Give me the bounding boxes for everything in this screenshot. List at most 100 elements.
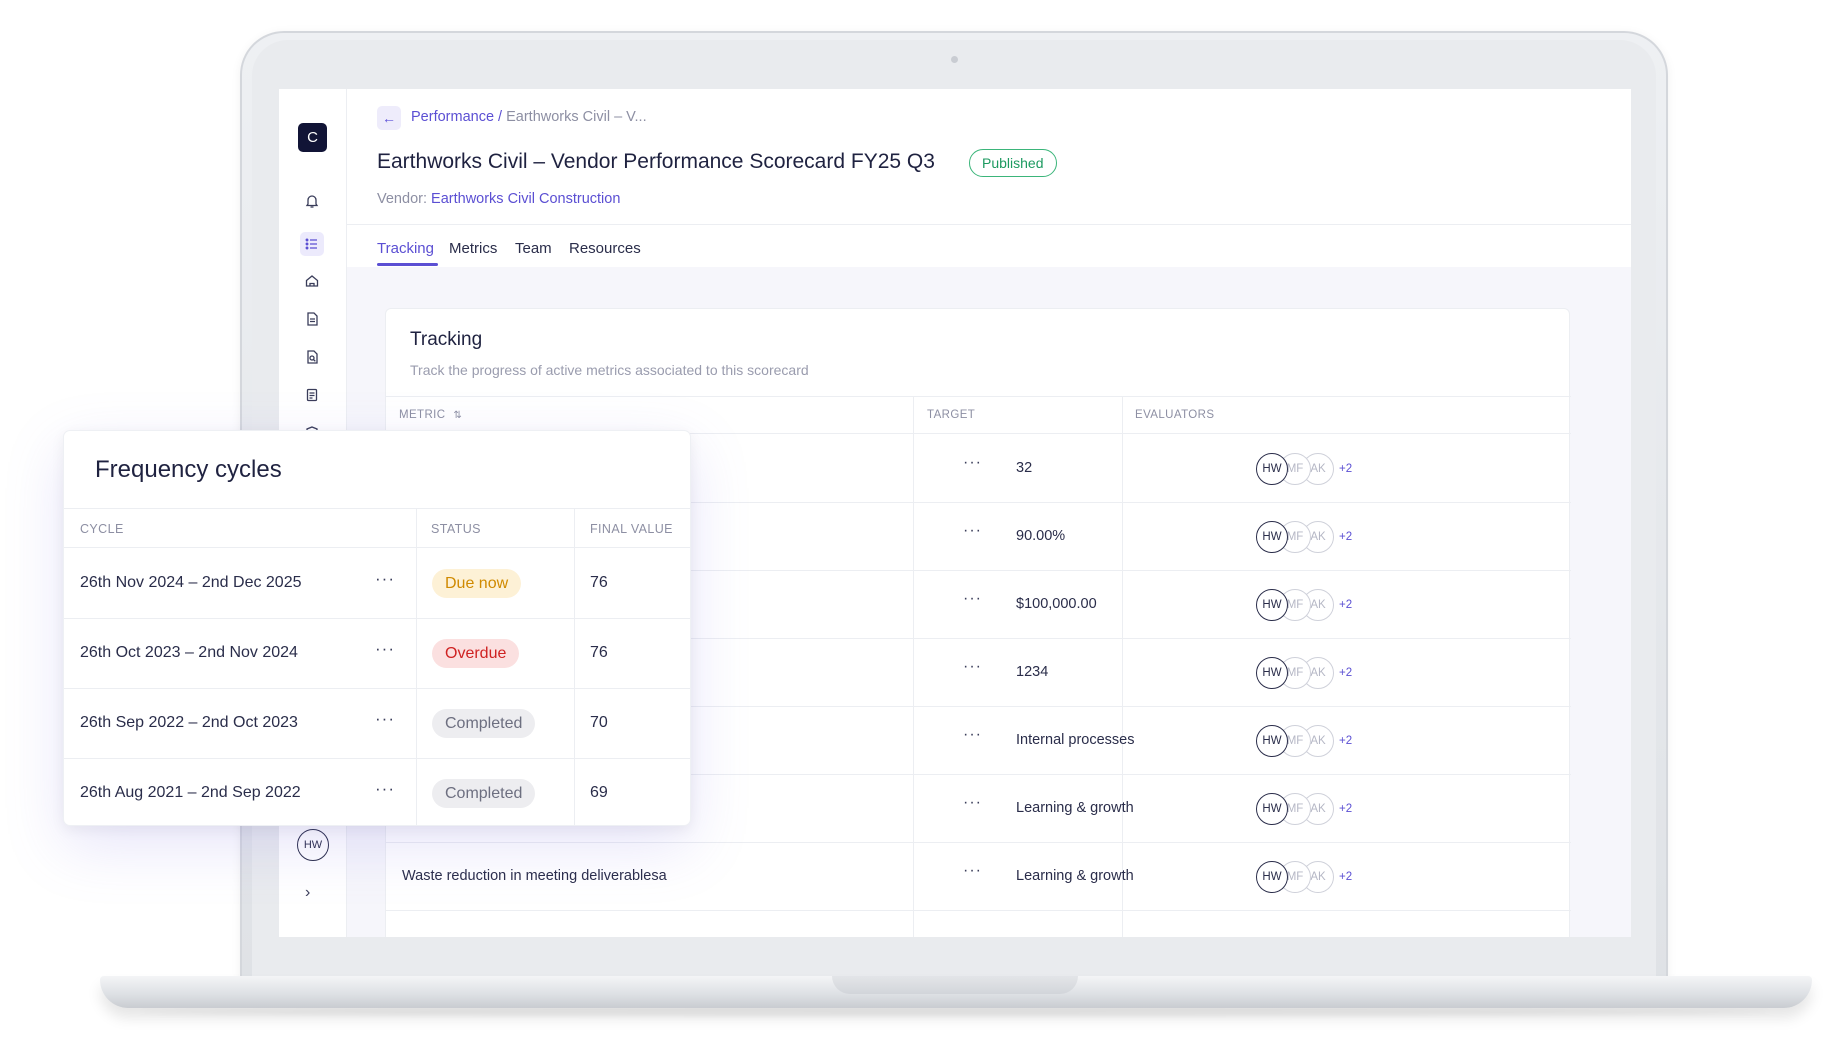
status-pill: Completed <box>432 709 536 738</box>
page-header: ← Performance / Earthworks Civil – V... … <box>347 89 1631 267</box>
cycle-date-range: 26th Nov 2024 – 2nd Dec 2025 <box>80 574 302 591</box>
more-options-icon[interactable]: ··· <box>375 709 395 729</box>
evaluator-avatar[interactable]: HW <box>1256 521 1288 553</box>
breadcrumb-current: Earthworks Civil – V... <box>506 109 647 125</box>
more-options-icon[interactable]: ··· <box>963 658 982 676</box>
more-options-icon[interactable]: ··· <box>963 794 982 812</box>
active-tab-indicator <box>377 263 438 266</box>
breadcrumb: Performance / Earthworks Civil – V... <box>411 109 647 125</box>
more-evaluators-count[interactable]: +2 <box>1339 871 1352 883</box>
laptop-camera <box>951 56 958 63</box>
final-value-cell: 69 <box>590 784 608 801</box>
tab-team[interactable]: Team <box>515 240 552 257</box>
evaluators-group[interactable]: HW MF AK +2 <box>1256 452 1352 486</box>
table-row[interactable]: Waste reduction in meeting deliverablesa… <box>386 843 1571 911</box>
sort-icon[interactable]: ⇅ <box>453 410 462 421</box>
evaluators-group[interactable]: HW MF AK +2 <box>1256 656 1352 690</box>
more-options-icon[interactable]: ··· <box>963 522 982 540</box>
evaluator-avatar[interactable]: HW <box>1256 725 1288 757</box>
more-evaluators-count[interactable]: +2 <box>1339 667 1352 679</box>
cycle-row[interactable]: 26th Oct 2023 – 2nd Nov 2024 ··· Overdue… <box>64 619 690 689</box>
evaluator-avatar[interactable]: HW <box>1256 793 1288 825</box>
bell-icon[interactable] <box>300 189 324 213</box>
evaluator-avatar[interactable]: HW <box>1256 453 1288 485</box>
evaluators-group[interactable]: HW MF AK +2 <box>1256 588 1352 622</box>
more-options-icon[interactable]: ··· <box>963 862 982 880</box>
chevron-right-icon[interactable]: › <box>305 884 310 902</box>
final-value-cell: 70 <box>590 714 608 731</box>
more-options-icon[interactable]: ··· <box>375 779 395 799</box>
tracking-table-header: METRIC ⇅ TARGET EVALUATORS <box>386 396 1571 434</box>
cycle-date-range: 26th Oct 2023 – 2nd Nov 2024 <box>80 644 298 661</box>
tracking-subtitle: Track the progress of active metrics ass… <box>410 362 809 378</box>
status-pill: Due now <box>432 569 522 598</box>
back-arrow-icon[interactable]: ← <box>377 106 401 130</box>
target-cell: 90.00% <box>1016 528 1066 544</box>
cycle-date-range: 26th Sep 2022 – 2nd Oct 2023 <box>80 714 298 731</box>
evaluator-avatar[interactable]: HW <box>1256 589 1288 621</box>
laptop-notch <box>832 976 1078 994</box>
user-avatar[interactable]: HW <box>297 829 329 861</box>
more-evaluators-count[interactable]: +2 <box>1339 735 1352 747</box>
more-evaluators-count[interactable]: +2 <box>1339 531 1352 543</box>
evaluators-group[interactable]: HW MF AK +2 <box>1256 520 1352 554</box>
target-cell: Internal processes <box>1016 732 1135 748</box>
list-icon[interactable] <box>300 232 324 256</box>
target-cell: Learning & growth <box>1016 800 1134 816</box>
evaluators-group[interactable]: HW MF AK +2 <box>1256 792 1352 826</box>
more-evaluators-count[interactable]: +2 <box>1339 463 1352 475</box>
page-title: Earthworks Civil – Vendor Performance Sc… <box>377 150 935 173</box>
target-cell: Learning & growth <box>1016 868 1134 884</box>
target-cell: 1234 <box>1016 664 1049 680</box>
more-options-icon[interactable]: ··· <box>375 639 395 659</box>
tab-resources[interactable]: Resources <box>569 240 641 257</box>
target-cell: $100,000.00 <box>1016 596 1097 612</box>
frequency-table-header: CYCLE STATUS FINAL VALUE <box>64 508 690 548</box>
tab-metrics[interactable]: Metrics <box>449 240 497 257</box>
more-evaluators-count[interactable]: +2 <box>1339 803 1352 815</box>
cycle-date-range: 26th Aug 2021 – 2nd Sep 2022 <box>80 784 301 801</box>
evaluator-avatar[interactable]: HW <box>1256 657 1288 689</box>
evaluators-group[interactable]: HW MF AK +2 <box>1256 860 1352 894</box>
more-evaluators-count[interactable]: +2 <box>1339 599 1352 611</box>
notes-icon[interactable] <box>300 383 324 407</box>
more-options-icon[interactable]: ··· <box>963 726 982 744</box>
cycle-row[interactable]: 26th Aug 2021 – 2nd Sep 2022 ··· Complet… <box>64 759 690 825</box>
frequency-cycles-title: Frequency cycles <box>95 456 282 483</box>
status-column-header: STATUS <box>431 522 481 536</box>
status-badge: Published <box>969 149 1057 177</box>
vendor-line: Vendor: Earthworks Civil Construction <box>377 191 620 207</box>
tab-tracking[interactable]: Tracking <box>377 240 434 257</box>
cycle-row[interactable]: 26th Sep 2022 – 2nd Oct 2023 ··· Complet… <box>64 689 690 759</box>
more-options-icon[interactable]: ··· <box>963 590 982 608</box>
app-logo[interactable]: C <box>298 123 327 152</box>
evaluators-group[interactable]: HW MF AK +2 <box>1256 724 1352 758</box>
breadcrumb-link-performance[interactable]: Performance <box>411 109 494 125</box>
document-icon[interactable] <box>300 307 324 331</box>
laptop-shadow <box>140 1008 1770 1016</box>
breadcrumb-separator: / <box>498 109 503 125</box>
final-value-cell: 76 <box>590 644 608 661</box>
more-options-icon[interactable]: ··· <box>963 454 982 472</box>
target-column-header: TARGET <box>927 409 976 421</box>
metric-header-label: METRIC <box>399 409 446 421</box>
metric-cell: Waste reduction in meeting deliverablesa <box>402 868 667 884</box>
frequency-cycles-card: Frequency cycles CYCLE STATUS FINAL VALU… <box>63 430 691 826</box>
home-icon[interactable] <box>300 269 324 293</box>
final-value-column-header: FINAL VALUE <box>590 522 673 536</box>
evaluators-column-header: EVALUATORS <box>1135 409 1215 421</box>
vendor-label: Vendor: <box>377 191 427 207</box>
target-cell: 32 <box>1016 460 1033 476</box>
document-search-icon[interactable] <box>300 345 324 369</box>
final-value-cell: 76 <box>590 574 608 591</box>
evaluator-avatar[interactable]: HW <box>1256 861 1288 893</box>
more-options-icon[interactable]: ··· <box>375 569 395 589</box>
status-pill: Overdue <box>432 639 520 668</box>
tracking-title: Tracking <box>410 329 483 350</box>
cycle-row[interactable]: 26th Nov 2024 – 2nd Dec 2025 ··· Due now… <box>64 549 690 619</box>
vendor-link[interactable]: Earthworks Civil Construction <box>431 191 620 207</box>
metric-column-header[interactable]: METRIC ⇅ <box>399 409 462 421</box>
cycle-column-header: CYCLE <box>80 522 124 536</box>
header-divider <box>347 224 1631 225</box>
status-pill: Completed <box>432 779 536 808</box>
